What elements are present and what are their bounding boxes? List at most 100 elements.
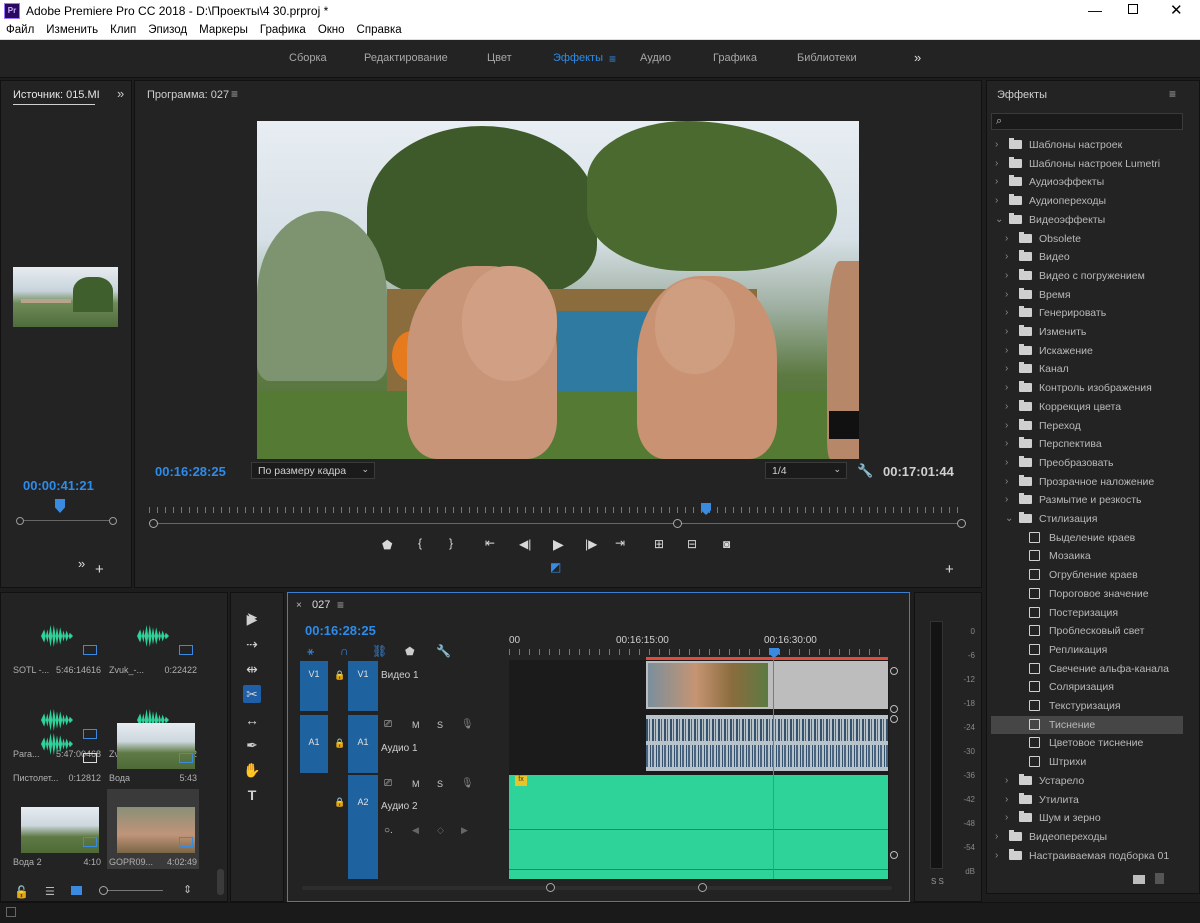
hand-tool-icon[interactable]: ✋ [243, 761, 261, 779]
solo-a1-button[interactable]: S [437, 720, 443, 730]
chevron-right-icon[interactable]: › [1005, 289, 1008, 300]
solo-meter-buttons[interactable]: S S [931, 877, 944, 886]
timeline-settings-icon[interactable]: 🔧 [436, 644, 451, 658]
effect-folder[interactable]: › Аудиоэффекты [991, 173, 1183, 192]
chevron-right-icon[interactable]: › [995, 158, 998, 169]
effect-folder[interactable]: › Шаблоны настроек Lumetri [991, 155, 1183, 174]
source-add-icon[interactable]: + [95, 561, 104, 578]
effect-item[interactable]: Цветовое тиснение [991, 734, 1183, 753]
effect-item[interactable]: Выделение краев [991, 529, 1183, 548]
effect-folder[interactable]: › Видео с погружением [991, 267, 1183, 286]
project-item[interactable]: SOTL -... 5:46:14616 [11, 597, 103, 677]
type-tool-icon[interactable]: T [243, 786, 261, 804]
chevron-right-icon[interactable]: › [1005, 794, 1008, 805]
effect-folder[interactable]: › Видео [991, 248, 1183, 267]
source-overflow-icon[interactable]: » [78, 556, 85, 571]
project-scrollbar[interactable] [217, 869, 224, 895]
workspace-assembly[interactable]: Сборка [289, 52, 327, 64]
maximize-icon[interactable] [1128, 4, 1138, 14]
project-item[interactable]: Zvuk_-... 0:22422 [107, 597, 199, 677]
snap-icon[interactable]: ∩ [340, 644, 349, 658]
project-item[interactable]: GOPR09... 4:02:49 [107, 789, 199, 869]
step-back-icon[interactable]: ◀| [519, 537, 531, 551]
effect-folder[interactable]: › Канал [991, 360, 1183, 379]
effect-folder[interactable]: › Размытие и резкость [991, 491, 1183, 510]
icon-view-icon[interactable] [71, 886, 82, 895]
effect-folder[interactable]: › Искажение [991, 342, 1183, 361]
track-height-handle[interactable] [890, 705, 898, 713]
slip-tool-icon[interactable]: ↔ [243, 711, 261, 729]
program-ruler[interactable] [149, 507, 963, 513]
track-lock-icon[interactable]: 🔒 [334, 738, 345, 749]
menu-clip[interactable]: Клип [110, 24, 136, 36]
video-clip[interactable] [646, 661, 888, 709]
track-lock-icon[interactable]: 🔒 [334, 797, 345, 808]
chevron-right-icon[interactable]: › [1005, 233, 1008, 244]
chevron-right-icon[interactable]: › [1005, 494, 1008, 505]
microphone-icon[interactable]: 🎙 [461, 719, 474, 730]
close-icon[interactable]: ✕ [1170, 1, 1183, 19]
effect-folder[interactable]: › Аудиопереходы [991, 192, 1183, 211]
project-item[interactable]: Вода 2 4:10 [11, 789, 103, 869]
timeline-ruler[interactable] [509, 649, 889, 655]
project-item[interactable]: Пистолет... 0:12812 [11, 705, 103, 785]
track-target-v1[interactable]: V1 [348, 661, 378, 711]
program-timecode-current[interactable]: 00:16:28:25 [155, 464, 226, 479]
chevron-right-icon[interactable]: › [1005, 457, 1008, 468]
workspace-libraries[interactable]: Библиотеки [797, 52, 857, 64]
razor-tool-icon[interactable]: ✂ [243, 685, 261, 703]
workspace-effects[interactable]: Эффекты [553, 52, 603, 64]
microphone-icon[interactable]: 🎙 [461, 778, 474, 789]
more-workspaces-icon[interactable]: » [914, 50, 921, 65]
ripple-edit-tool-icon[interactable]: ⇹ [243, 660, 261, 678]
menu-markers[interactable]: Маркеры [199, 24, 248, 36]
effect-item[interactable]: Репликация [991, 641, 1183, 660]
play-icon[interactable]: ▶ [553, 536, 564, 553]
add-keyframe-icon[interactable]: ◇ [437, 825, 444, 836]
program-menu-icon[interactable]: ≡ [231, 87, 238, 101]
workspace-color[interactable]: Цвет [487, 52, 512, 64]
effect-folder[interactable]: › Obsolete [991, 230, 1183, 249]
source-zoom-slider[interactable] [16, 517, 117, 525]
effect-folder[interactable]: › Видеопереходы [991, 828, 1183, 847]
track-target-a1[interactable]: A1 [348, 715, 378, 773]
effect-item[interactable]: Штрихи [991, 753, 1183, 772]
track-lock-icon[interactable]: 🔒 [334, 670, 345, 681]
source-patch-v1[interactable]: V1 [300, 661, 328, 711]
comparison-view-icon[interactable]: ◩ [550, 560, 561, 574]
source-patch-a1[interactable]: A1 [300, 715, 328, 773]
effect-item[interactable]: Тиснение [991, 715, 1183, 735]
effect-item[interactable]: Постеризация [991, 604, 1183, 623]
voice-over-icon[interactable]: ⎚ [384, 778, 392, 789]
keyframe-icon[interactable]: ○. [384, 825, 393, 836]
audio-clip-a1[interactable] [646, 715, 888, 771]
timeline-zoom-scrollbar[interactable] [302, 883, 892, 893]
timeline-menu-icon[interactable]: ≡ [337, 598, 344, 612]
menu-graphics[interactable]: Графика [260, 24, 306, 36]
resolution-dropdown[interactable]: 1/4 ⌄ [765, 462, 847, 479]
workspace-audio[interactable]: Аудио [640, 52, 671, 64]
chevron-right-icon[interactable]: › [1005, 363, 1008, 374]
timeline-tab[interactable]: 027 [312, 599, 330, 611]
effect-folder[interactable]: › Перспектива [991, 435, 1183, 454]
effect-folder[interactable]: › Прозрачное наложение [991, 473, 1183, 492]
wrench-icon[interactable]: 🔧 [857, 463, 873, 479]
effect-folder[interactable]: › Устарело [991, 772, 1183, 791]
chevron-right-icon[interactable]: › [1005, 438, 1008, 449]
chevron-right-icon[interactable]: › [995, 831, 998, 842]
chevron-right-icon[interactable]: › [995, 850, 998, 861]
hamburger-icon[interactable]: ≡ [609, 52, 616, 66]
track-height-handle[interactable] [890, 715, 898, 723]
program-tab[interactable]: Программа: 027 [147, 89, 229, 101]
effect-item[interactable]: Текстуризация [991, 697, 1183, 716]
effect-folder[interactable]: ⌄ Видеоэффекты [991, 211, 1183, 230]
menu-sequence[interactable]: Эпизод [148, 24, 187, 36]
nest-icon[interactable]: ⚹ [307, 644, 314, 659]
track-height-handle[interactable] [890, 667, 898, 675]
track-target-a2[interactable]: A2 [348, 775, 378, 879]
go-to-out-icon[interactable]: ⇥ [615, 536, 625, 550]
timeline-timecode[interactable]: 00:16:28:25 [305, 623, 376, 638]
track-height-handle[interactable] [890, 851, 898, 859]
chevron-right-icon[interactable]: › [1005, 251, 1008, 262]
effect-item[interactable]: Мозаика [991, 547, 1183, 566]
